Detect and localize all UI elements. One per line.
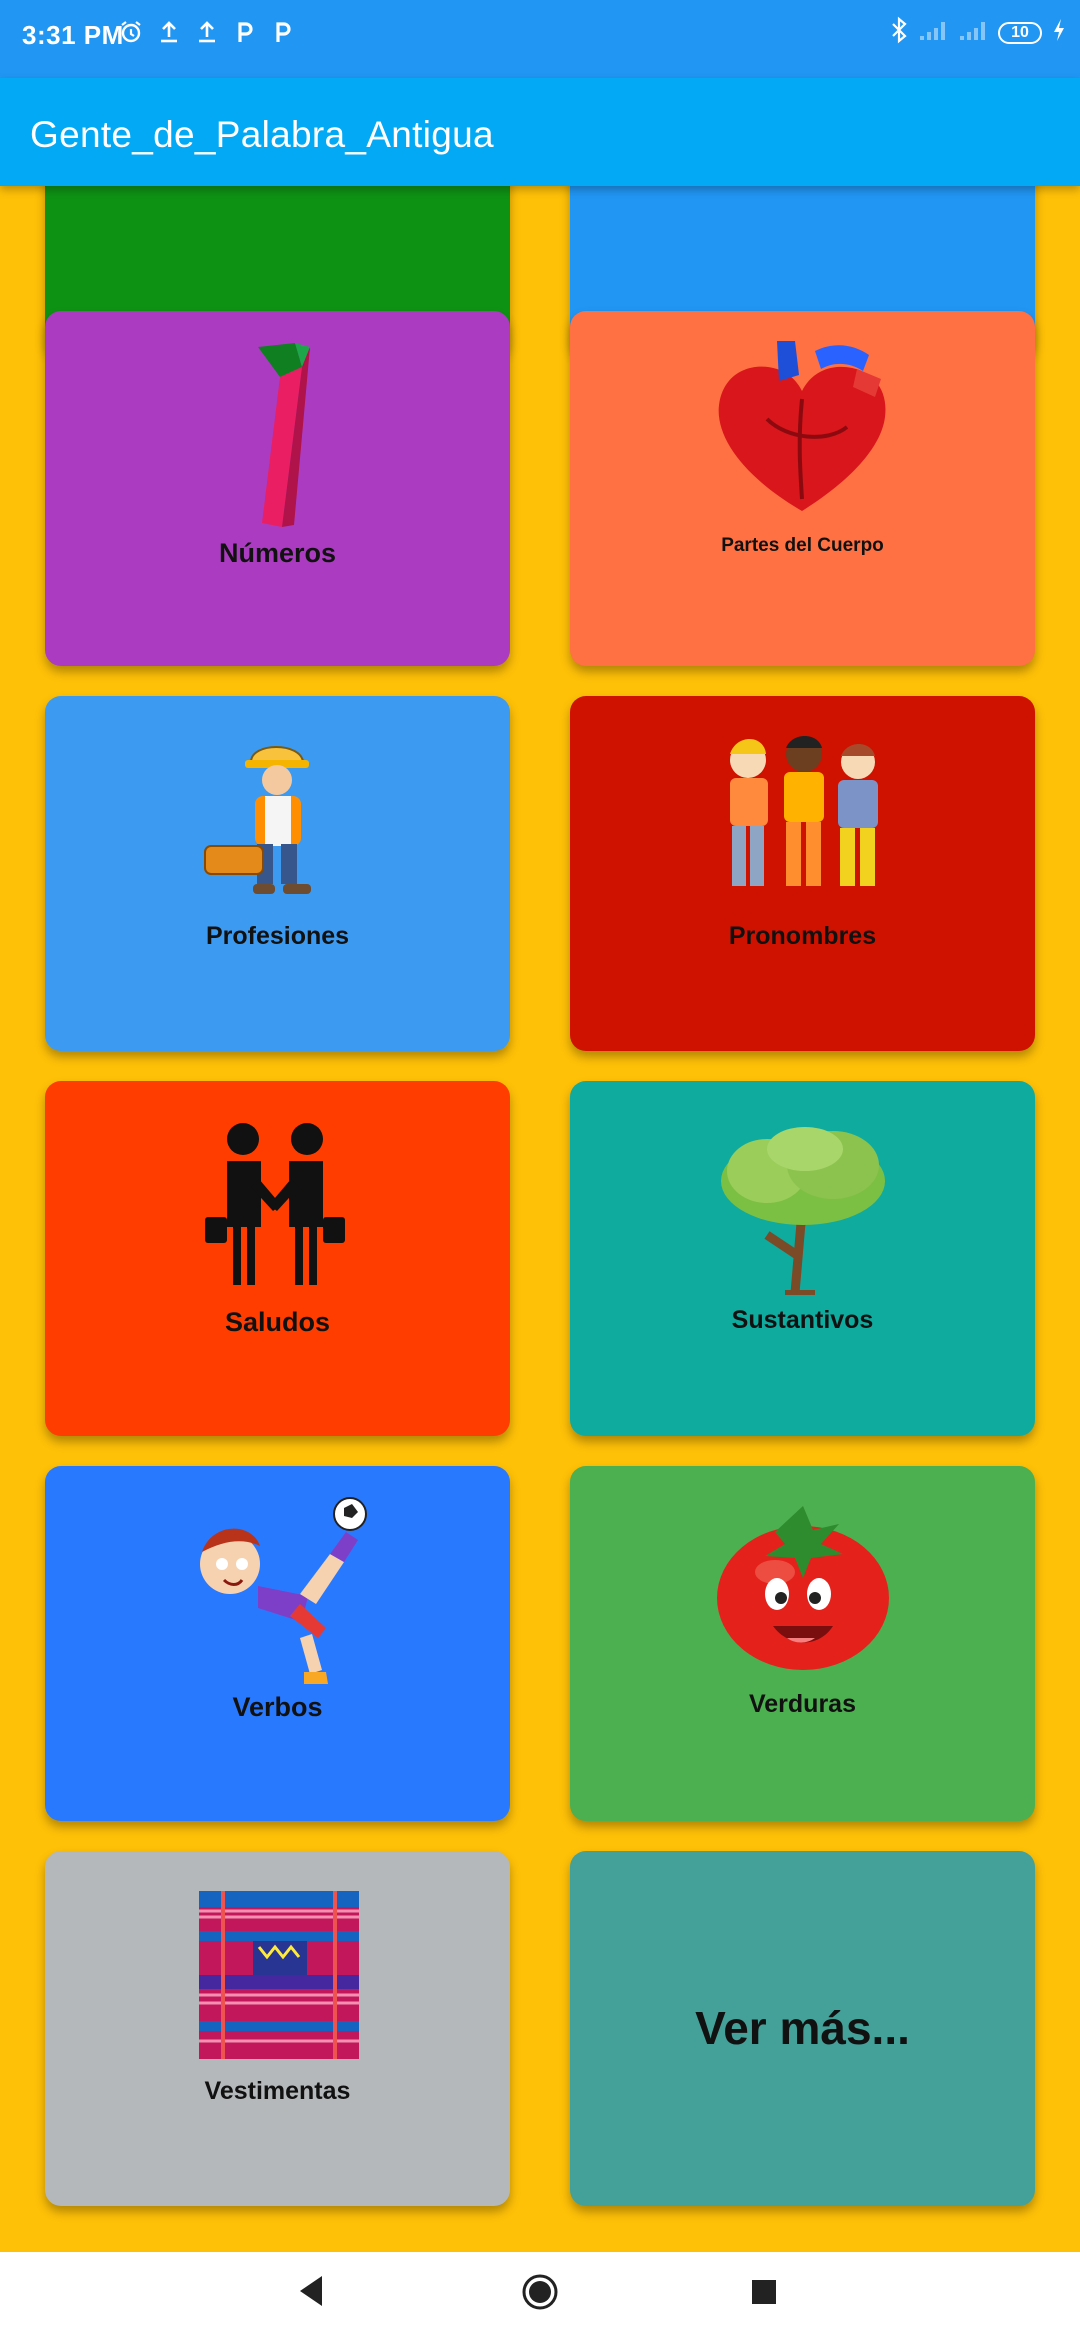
recents-icon[interactable]: [750, 2278, 778, 2311]
category-card-pronombres[interactable]: Pronombres: [570, 696, 1035, 1051]
category-card-partes-del-cuerpo[interactable]: Partes del Cuerpo: [570, 311, 1035, 666]
kids-icon: [718, 730, 888, 905]
status-time: 3:31 PM: [22, 20, 124, 50]
app-bar: Gente_de_Palabra_Antigua: [0, 78, 1080, 186]
signal-icon: [958, 18, 988, 47]
category-grid[interactable]: Números Partes del Cuerpo Profesiones Pr…: [0, 186, 1080, 2252]
category-card-sustantivos[interactable]: Sustantivos: [570, 1081, 1035, 1436]
alarm-icon: [118, 14, 144, 50]
card-label: Sustantivos: [731, 1306, 874, 1334]
number-one-icon: [240, 337, 320, 538]
navigation-bar: [0, 2252, 1080, 2340]
card-label: Verduras: [748, 1690, 856, 1718]
upload-icon: [156, 14, 182, 50]
back-icon[interactable]: [296, 2274, 326, 2313]
category-card-saludos[interactable]: Saludos: [45, 1081, 510, 1436]
textile-icon: [193, 1891, 365, 2066]
battery-level: 10: [1011, 23, 1029, 41]
category-card-numeros[interactable]: Números: [45, 311, 510, 666]
status-system-icons: 10: [890, 16, 1066, 49]
heart-icon: [707, 339, 897, 524]
p-app-icon: [232, 14, 258, 50]
category-card-vestimentas[interactable]: Vestimentas: [45, 1851, 510, 2206]
category-card-verbos[interactable]: Verbos: [45, 1466, 510, 1821]
status-notification-icons: [118, 14, 296, 50]
card-label: Saludos: [224, 1307, 331, 1337]
card-label: Pronombres: [728, 922, 877, 950]
card-label: Vestimentas: [204, 2077, 351, 2105]
card-label: Profesiones: [205, 922, 350, 950]
handshake-icon: [205, 1117, 345, 1302]
ver-mas-label: Ver más...: [695, 2002, 910, 2054]
ver-mas-button[interactable]: Ver más...: [570, 1851, 1035, 2206]
tree-icon: [715, 1125, 891, 1300]
upload-icon: [194, 14, 220, 50]
bluetooth-icon: [890, 16, 908, 49]
home-icon[interactable]: [520, 2272, 560, 2317]
category-card-verduras[interactable]: Verduras: [570, 1466, 1035, 1821]
app-title: Gente_de_Palabra_Antigua: [30, 114, 494, 155]
kicking-boy-icon: [180, 1494, 390, 1699]
worker-icon: [203, 734, 353, 904]
category-card-profesiones[interactable]: Profesiones: [45, 696, 510, 1051]
card-label: Partes del Cuerpo: [721, 535, 884, 556]
signal-icon: [918, 18, 948, 47]
card-label: Verbos: [232, 1692, 323, 1722]
status-bar: 3:31 PM 10: [0, 0, 1080, 78]
tomato-icon: [715, 1502, 891, 1677]
p-app-icon: [270, 14, 296, 50]
battery-icon: 10: [998, 21, 1042, 44]
card-label: Números: [218, 538, 337, 568]
charging-icon: [1052, 18, 1066, 47]
